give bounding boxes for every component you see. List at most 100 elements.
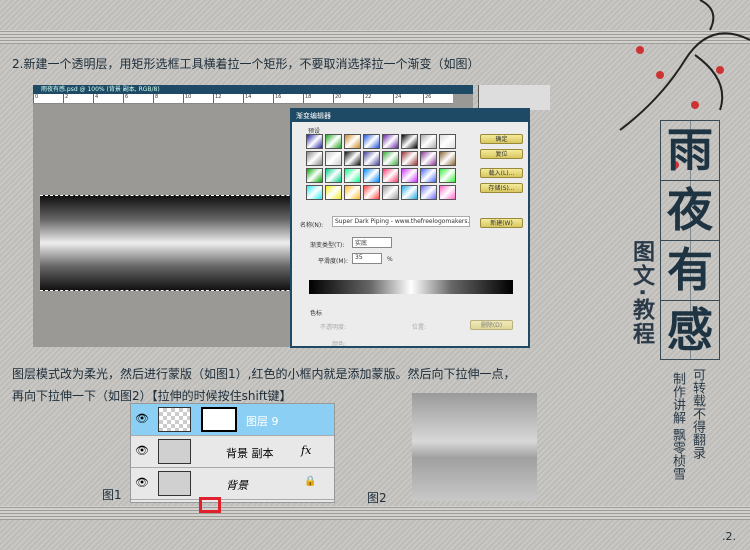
page-number: .2.	[722, 530, 736, 543]
ok-button[interactable]: 确定	[480, 134, 523, 144]
layer-name: 图层 9	[246, 415, 279, 428]
gradient-swatch[interactable]	[306, 168, 323, 183]
ruler-tick: 14	[243, 94, 273, 103]
gradient-swatch[interactable]	[363, 134, 380, 149]
ruler-tick: 18	[303, 94, 333, 103]
gradient-swatch[interactable]	[344, 185, 361, 200]
figure-2-label: 图2	[367, 491, 387, 505]
new-button[interactable]: 新建(W)	[480, 218, 523, 228]
gradient-swatch[interactable]	[325, 134, 342, 149]
percent-label: %	[387, 256, 393, 263]
gradient-swatch[interactable]	[325, 151, 342, 166]
gradient-swatch[interactable]	[439, 151, 456, 166]
load-button[interactable]: 载入(L)...	[480, 168, 523, 178]
ruler-tick: 8	[153, 94, 183, 103]
gradient-swatch[interactable]	[344, 151, 361, 166]
save-button[interactable]: 存储(S)...	[480, 183, 523, 193]
gradient-swatch[interactable]	[382, 185, 399, 200]
ruler-tick: 0	[33, 94, 63, 103]
copyright-note: 可转载不得翻录	[690, 368, 705, 459]
ruler-tick: 6	[123, 94, 153, 103]
ruler-tick: 24	[393, 94, 423, 103]
bottom-band	[0, 506, 750, 520]
gradient-swatch[interactable]	[325, 185, 342, 200]
logo-char: 雨	[661, 121, 719, 181]
location-label: 位置:	[412, 324, 427, 331]
layer-thumbnail	[158, 439, 191, 464]
gradient-swatch[interactable]	[439, 134, 456, 149]
document-title: 雨夜有感.psd @ 100% (背景 副本, RGB/8)	[33, 85, 473, 94]
body-text-2: 再向下拉伸一下（如图2）【拉伸的时候按住shift键】	[12, 389, 292, 403]
ruler-tick: 26	[423, 94, 453, 103]
gradient-swatch[interactable]	[401, 134, 418, 149]
ruler-tick: 2	[63, 94, 93, 103]
gradient-swatch[interactable]	[382, 151, 399, 166]
gradient-swatch[interactable]	[420, 151, 437, 166]
layer-thumbnail	[158, 471, 191, 496]
gradient-swatch[interactable]	[325, 168, 342, 183]
gradient-swatch[interactable]	[420, 185, 437, 200]
eye-icon[interactable]: 👁	[135, 476, 149, 489]
type-label: 渐变类型(T):	[310, 242, 345, 249]
layer-name: 背景 副本	[226, 447, 274, 460]
layers-panel: 👁 图层 9 👁 背景 副本 fx 👁 背景 🔒	[130, 403, 335, 503]
gradient-swatch[interactable]	[382, 134, 399, 149]
gradient-swatch[interactable]	[306, 185, 323, 200]
name-label: 名称(N):	[300, 222, 324, 229]
reset-button[interactable]: 复位	[480, 149, 523, 159]
add-mask-highlight[interactable]	[199, 497, 221, 513]
tool-panel	[478, 85, 550, 110]
subtitle: 图文·教程	[629, 240, 654, 347]
layer-name: 背景	[226, 479, 248, 492]
delete-button[interactable]: 删除(D)	[470, 320, 513, 330]
stops-label: 色标	[310, 310, 323, 317]
gradient-swatch[interactable]	[401, 151, 418, 166]
opacity-label: 不透明度:	[320, 324, 347, 331]
layer-row[interactable]: 👁 图层 9	[131, 404, 334, 436]
layer-row[interactable]: 👁 背景 🔒	[131, 468, 334, 500]
gradient-swatch[interactable]	[420, 134, 437, 149]
gradient-bar[interactable]	[309, 280, 513, 294]
layer-row[interactable]: 👁 背景 副本 fx	[131, 436, 334, 468]
logo-char: 感	[667, 303, 713, 357]
ruler-tick: 20	[333, 94, 363, 103]
layer-thumbnail	[158, 407, 191, 432]
logo-char: 夜	[661, 181, 719, 241]
gradient-swatch[interactable]	[439, 168, 456, 183]
smoothness-input[interactable]: 35	[352, 253, 382, 264]
ruler: 0 2 4 6 8 10 12 14 16 18 20 22 24 26	[33, 94, 453, 104]
gradient-editor-dialog: 渐变编辑器 预设 确定 复位 载入(L)... 存储(S)... 名称(N): …	[290, 108, 530, 348]
eye-icon[interactable]: 👁	[135, 412, 149, 425]
ruler-tick: 10	[183, 94, 213, 103]
gradient-swatch[interactable]	[306, 134, 323, 149]
gradient-swatch[interactable]	[344, 134, 361, 149]
fx-icon[interactable]: fx	[301, 444, 311, 457]
lock-icon: 🔒	[304, 476, 317, 487]
dialog-title: 渐变编辑器	[292, 110, 528, 122]
ruler-tick: 22	[363, 94, 393, 103]
preset-swatches[interactable]	[306, 134, 456, 200]
mask-thumbnail[interactable]	[201, 407, 237, 432]
figure-1-label: 图1	[102, 488, 122, 502]
color-label: 颜色:	[332, 341, 347, 348]
gradient-swatch[interactable]	[344, 168, 361, 183]
gradient-swatch[interactable]	[439, 185, 456, 200]
logo: 雨 夜 有 感	[660, 120, 720, 360]
gradient-swatch[interactable]	[401, 168, 418, 183]
author-credit: 制作讲解 飘零桢雪	[670, 372, 685, 481]
ruler-tick: 16	[273, 94, 303, 103]
eye-icon[interactable]: 👁	[135, 444, 149, 457]
intro-text: 2.新建一个透明层，用矩形选框工具横着拉一个矩形，不要取消选择拉一个渐变（如图）	[12, 57, 480, 71]
gradient-swatch[interactable]	[363, 185, 380, 200]
gradient-swatch[interactable]	[420, 168, 437, 183]
gradient-swatch[interactable]	[382, 168, 399, 183]
smoothness-label: 平滑度(M):	[318, 258, 348, 265]
gradient-swatch[interactable]	[401, 185, 418, 200]
ruler-tick: 4	[93, 94, 123, 103]
name-input[interactable]: Super Dark Piping - www.thefreelogomaker…	[332, 216, 470, 227]
gradient-swatch[interactable]	[363, 151, 380, 166]
type-select[interactable]: 实底	[352, 237, 392, 248]
ruler-tick: 12	[213, 94, 243, 103]
gradient-swatch[interactable]	[306, 151, 323, 166]
gradient-swatch[interactable]	[363, 168, 380, 183]
